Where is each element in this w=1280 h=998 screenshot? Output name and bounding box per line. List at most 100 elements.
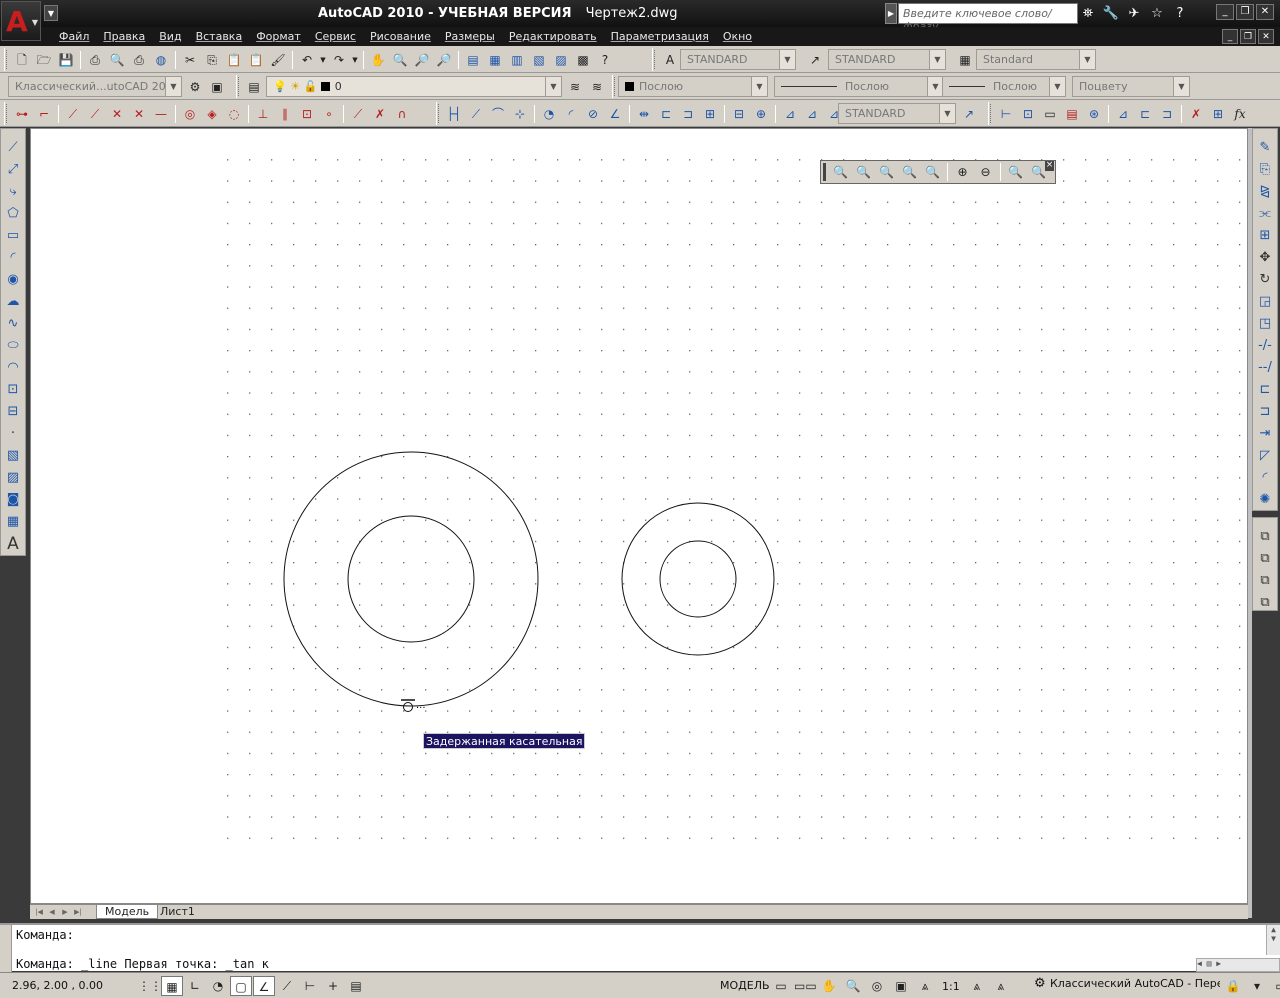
zoom-center-icon[interactable]: 🔍 (898, 161, 921, 183)
polygon-icon[interactable]: ⬠ (2, 203, 24, 225)
plot-preview-icon[interactable]: 🔍 (106, 49, 128, 71)
snap-apparent-intersection-icon[interactable]: ✕ (128, 103, 150, 125)
binoculars-icon[interactable]: ⛯ (1078, 4, 1098, 23)
snap-tangent-icon[interactable]: ◌ (223, 103, 245, 125)
annotation-scale-icon[interactable]: ⩓ (914, 976, 936, 996)
dim-arc-icon[interactable]: ⌒ (487, 103, 509, 125)
command-line-grip[interactable] (0, 925, 12, 973)
zoom-in-icon[interactable]: ⊕ (951, 161, 974, 183)
table-icon[interactable]: ▦ (2, 511, 24, 533)
layer-properties-icon[interactable]: ▤ (243, 76, 265, 98)
distance-icon[interactable]: ⊢ (995, 103, 1017, 125)
auto-scale-icon[interactable]: ⩓ (990, 976, 1012, 996)
menu-file[interactable]: Файл (52, 29, 96, 44)
3d-dwf-icon[interactable]: ◍ (150, 49, 172, 71)
block-edit-icon[interactable]: ⊏ (1134, 103, 1156, 125)
break-at-point-icon[interactable]: ⊏ (1254, 379, 1276, 401)
menu-parametric[interactable]: Параметризация (604, 29, 716, 44)
purge-icon[interactable]: ⊐ (1156, 103, 1178, 125)
workspace-settings-icon[interactable]: ⚙ (184, 76, 206, 98)
plotstyle-combo[interactable]: Поцвету ▼ (1072, 76, 1190, 97)
menu-draw[interactable]: Рисование (363, 29, 438, 44)
quick-access-dropdown[interactable]: ▼ (44, 5, 58, 21)
workspace-switch[interactable]: Классический AutoCAD - Пере (1032, 977, 1220, 995)
copy-object-icon[interactable]: ⎘ (1254, 159, 1276, 181)
workspace-save-icon[interactable]: ▣ (206, 76, 228, 98)
ortho-mode-icon[interactable]: ∟ (184, 976, 206, 996)
offset-icon[interactable]: ⫘ (1254, 203, 1276, 225)
construction-line-icon[interactable]: ⤢ (2, 159, 24, 181)
erase-pencil-icon[interactable]: ✎ (1254, 137, 1276, 159)
publish-icon[interactable]: ⎙ (128, 49, 150, 71)
stretch-icon[interactable]: ◳ (1254, 313, 1276, 335)
list-icon[interactable]: ▤ (1061, 103, 1083, 125)
ellipse-arc-icon[interactable]: ◠ (2, 357, 24, 379)
close-button[interactable]: ✕ (1256, 4, 1274, 20)
multiline-text-icon[interactable]: A (2, 533, 24, 555)
model-space-canvas[interactable] (31, 129, 1249, 905)
lineweight-toggle-icon[interactable]: + (322, 976, 344, 996)
snap-extension-icon[interactable]: — (150, 103, 172, 125)
dim-style-combo[interactable]: STANDARD ▼ (828, 49, 946, 70)
scale-icon[interactable]: ◲ (1254, 291, 1276, 313)
clean-screen-icon[interactable]: ▭ (1270, 976, 1280, 996)
subscription-icon[interactable]: 🔧 (1101, 4, 1121, 23)
multileader-style-combo[interactable]: STANDARD ▼ (838, 103, 956, 124)
make-block-icon[interactable]: ⊟ (2, 401, 24, 423)
extend-icon[interactable]: --/ (1254, 357, 1276, 379)
tab-model[interactable]: Модель (96, 905, 159, 919)
snap-perpendicular-icon[interactable]: ⊥ (252, 103, 274, 125)
dim-space-icon[interactable]: ⊞ (699, 103, 721, 125)
snap-nearest-icon[interactable]: ⟋ (347, 103, 369, 125)
zoom-all-icon[interactable]: 🔍 (1004, 161, 1027, 183)
point-icon[interactable]: · (2, 423, 24, 445)
help-button-icon[interactable]: ? (594, 49, 616, 71)
snap-mode-icon[interactable]: ⋮⋮ (138, 976, 162, 996)
pan-icon[interactable]: ✋ (367, 49, 389, 71)
markup-icon[interactable]: ▨ (550, 49, 572, 71)
zoom-status-icon[interactable]: 🔍 (842, 976, 864, 996)
send-to-back-icon[interactable]: ⧉ (1254, 548, 1276, 570)
revision-cloud-icon[interactable]: ☁ (2, 291, 24, 313)
color-combo[interactable]: Послою ▼ (618, 76, 768, 97)
last-tab-icon[interactable]: ▶| (72, 906, 84, 918)
menu-dimension[interactable]: Размеры (438, 29, 502, 44)
dim-linear-icon[interactable]: ├┤ (443, 103, 465, 125)
dynamic-ucs-icon[interactable]: ⟋ (276, 976, 298, 996)
menu-format[interactable]: Формат (249, 29, 308, 44)
annotation-scale[interactable]: 1:1 (942, 980, 960, 993)
quick-view-layouts-icon[interactable]: ▭ (770, 976, 792, 996)
snap-none-icon[interactable]: ✗ (369, 103, 391, 125)
define-attributes-icon[interactable]: ⊿ (1112, 103, 1134, 125)
text-style-combo[interactable]: STANDARD ▼ (680, 49, 796, 70)
status-menu-icon[interactable]: ▾ (1246, 976, 1268, 996)
redo-dropdown-icon[interactable]: ▼ (350, 49, 360, 71)
arc-icon[interactable]: ◜ (2, 247, 24, 269)
tab-layout1[interactable]: Лист1 (152, 905, 203, 919)
circle-icon[interactable]: ◉ (2, 269, 24, 291)
snap-insert-icon[interactable]: ⊡ (296, 103, 318, 125)
dim-jogged-icon[interactable]: ◜ (560, 103, 582, 125)
snap-center-icon[interactable]: ◎ (179, 103, 201, 125)
zoom-scale-icon[interactable]: 🔍 (875, 161, 898, 183)
close-icon[interactable]: × (1045, 161, 1054, 171)
properties-icon[interactable]: ▤ (462, 49, 484, 71)
doc-restore-button[interactable]: ❐ (1240, 29, 1256, 44)
menu-view[interactable]: Вид (152, 29, 188, 44)
bring-above-icon[interactable]: ⧉ (1254, 570, 1276, 592)
command-prompt[interactable]: Команда: _line Первая точка: _tan к (16, 957, 269, 971)
open-icon[interactable]: 🗁 (33, 49, 55, 71)
zoom-previous-icon[interactable]: 🔎 (433, 49, 455, 71)
quick-view-drawings-icon[interactable]: ▭▭ (794, 976, 817, 996)
region-icon[interactable]: ◙ (2, 489, 24, 511)
snap-endpoint-icon[interactable]: ⟋ (62, 103, 84, 125)
polar-tracking-icon[interactable]: ◔ (207, 976, 229, 996)
snap-parallel-icon[interactable]: ∥ (274, 103, 296, 125)
plot-icon[interactable]: ⎙ (84, 49, 106, 71)
zoom-object-icon[interactable]: 🔍 (921, 161, 944, 183)
bring-to-front-icon[interactable]: ⧉ (1254, 526, 1276, 548)
copy-icon[interactable]: ⎘ (201, 49, 223, 71)
dim-jogged-linear-icon[interactable]: ⊿ (801, 103, 823, 125)
menu-insert[interactable]: Вставка (189, 29, 250, 44)
array-icon[interactable]: ⊞ (1254, 225, 1276, 247)
